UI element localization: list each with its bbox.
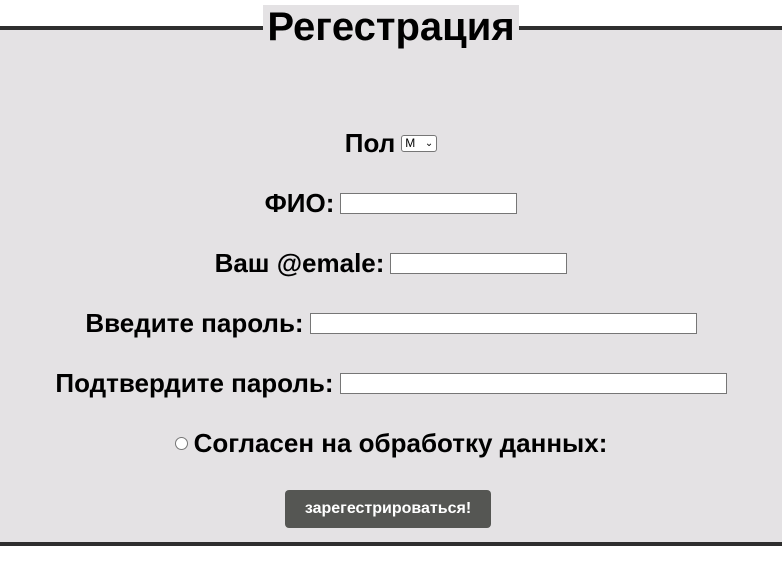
gender-row: Пол М ⌄: [0, 128, 782, 159]
form-title-text: Регестрация: [263, 5, 519, 49]
confirm-password-row: Подтвердите пароль:: [0, 368, 782, 399]
email-label: Ваш @emale:: [214, 248, 385, 278]
email-input[interactable]: [390, 253, 568, 274]
email-row: Ваш @emale:: [0, 248, 782, 279]
confirm-password-input[interactable]: [339, 373, 727, 394]
form-title: Регестрация: [0, 4, 782, 50]
gender-select[interactable]: М ⌄: [401, 135, 438, 152]
password-row: Введите пароль:: [0, 308, 782, 339]
confirm-password-label: Подтвердите пароль:: [55, 368, 334, 398]
gender-select-value: М: [405, 136, 416, 150]
gender-label: Пол: [344, 128, 396, 158]
password-label: Введите пароль:: [85, 308, 304, 338]
registration-page: Регестрация Пол М ⌄ ФИО: Ваш @emale: Введи…: [0, 0, 782, 567]
consent-radio[interactable]: [174, 437, 188, 450]
consent-label: Согласен на обработку данных:: [193, 428, 608, 458]
fio-input[interactable]: [340, 193, 518, 214]
register-button[interactable]: зарегестрироваться!: [285, 490, 491, 528]
password-input[interactable]: [309, 313, 697, 334]
registration-fieldset: [0, 26, 782, 546]
consent-row: Согласен на обработку данных:: [0, 428, 782, 459]
chevron-down-icon: ⌄: [424, 138, 434, 149]
fio-label: ФИО:: [264, 188, 335, 218]
fio-row: ФИО:: [0, 188, 782, 219]
